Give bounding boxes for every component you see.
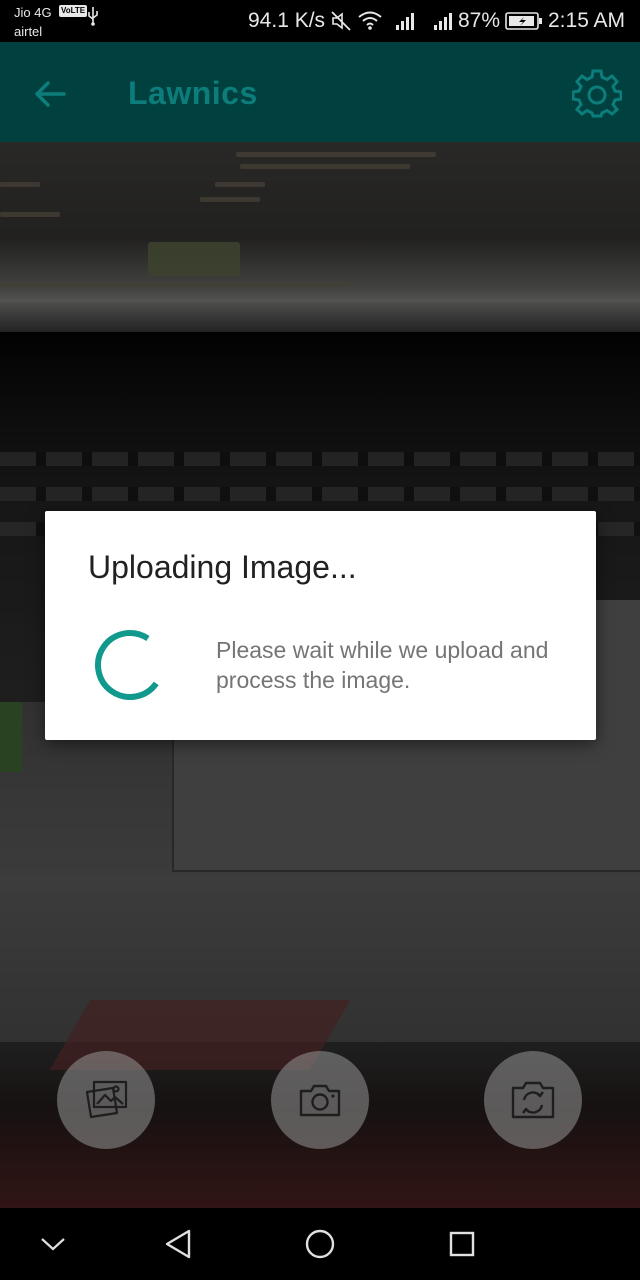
gallery-button[interactable] xyxy=(57,1051,155,1149)
clock: 2:15 AM xyxy=(548,9,626,32)
volte-badge: VoLTE xyxy=(59,5,88,17)
carrier-primary: Jio 4G xyxy=(14,5,52,20)
gallery-icon xyxy=(85,1080,128,1119)
home-circle-icon xyxy=(305,1229,335,1259)
camera-capture-button[interactable] xyxy=(271,1051,369,1149)
signal-icon xyxy=(434,13,452,30)
upload-dialog: Uploading Image... Please wait while we … xyxy=(45,511,596,740)
wifi-icon xyxy=(358,11,382,30)
net-speed: 94.1 K/s xyxy=(248,9,326,32)
switch-camera-icon xyxy=(511,1081,555,1119)
recents-square-icon xyxy=(449,1231,475,1257)
dialog-title: Uploading Image... xyxy=(88,549,357,585)
battery-charging-icon xyxy=(505,12,542,30)
nav-back-button[interactable] xyxy=(158,1224,198,1264)
hide-nav-button[interactable] xyxy=(33,1224,73,1264)
carrier-secondary: airtel xyxy=(14,24,43,39)
back-arrow-icon[interactable] xyxy=(28,72,72,116)
nav-bar xyxy=(0,1208,640,1280)
gear-icon[interactable] xyxy=(572,69,622,119)
camera-icon xyxy=(299,1084,341,1117)
dialog-message: Please wait while we upload and process … xyxy=(216,637,549,693)
battery-percent: 87% xyxy=(458,9,501,32)
mute-icon xyxy=(331,11,351,31)
app-title: Lawnics xyxy=(128,75,258,111)
usb-icon xyxy=(88,7,98,26)
status-bar: Jio 4G VoLTE airtel 94.1 K/s 87% 2:15 AM xyxy=(0,0,640,42)
loading-spinner xyxy=(95,630,165,700)
switch-camera-button[interactable] xyxy=(484,1051,582,1149)
signal-icon xyxy=(396,13,414,30)
hide-nav-icon xyxy=(41,1238,65,1251)
nav-recents-button[interactable] xyxy=(442,1224,482,1264)
nav-home-button[interactable] xyxy=(300,1224,340,1264)
back-triangle-icon xyxy=(165,1229,191,1259)
app-bar: Lawnics xyxy=(0,42,640,142)
